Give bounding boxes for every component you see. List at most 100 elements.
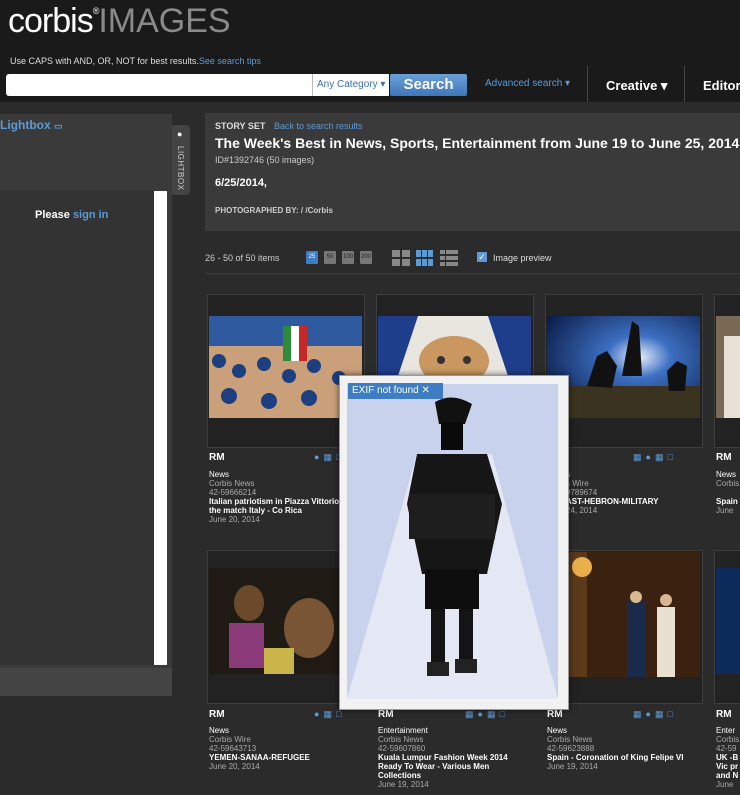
logo-reg: ®: [92, 6, 100, 16]
lightbox-scrollbar[interactable]: [154, 191, 167, 665]
story-set-label: STORY SET: [215, 121, 266, 131]
chat-icon[interactable]: □: [499, 709, 508, 719]
result-count: 26 - 50 of 50 items: [205, 253, 280, 263]
lightbox-title[interactable]: Lightbox ▭: [0, 118, 63, 132]
card-info: s s Wire 9789674 AST-HEBRON-MILITARY 24,…: [566, 470, 696, 515]
exif-badge[interactable]: EXIF not found ✕: [348, 383, 443, 399]
card-date: June 20, 2014: [209, 515, 260, 524]
card-info: News Corbis News 42-59623888 Spain - Cor…: [547, 726, 697, 771]
card-actions[interactable]: ▦●▦□: [465, 709, 509, 720]
card-title[interactable]: Spain - Coronation of King Felipe VI: [547, 753, 697, 762]
logo-images: IMAGES: [98, 2, 231, 40]
license-badge: RM: [716, 452, 732, 463]
nav-creative[interactable]: Creative ▾: [606, 78, 667, 94]
image-preview-label: Image preview: [493, 253, 552, 263]
card-category: s: [566, 470, 696, 479]
card-info: News Corbis News 42-59666214 Italian pat…: [209, 470, 359, 524]
category-select[interactable]: Any Category ▾: [312, 74, 389, 96]
card-source: Corbis Wire: [209, 735, 251, 744]
card-id: 9789674: [566, 488, 598, 497]
calculator-icon[interactable]: ▦: [323, 709, 336, 719]
lightbox-footer: [0, 668, 172, 696]
card-title[interactable]: Kuala Lumpur Fashion Week 2014 Ready To …: [378, 753, 528, 780]
page-size-100[interactable]: 100: [342, 251, 354, 264]
search-tip: Use CAPS with AND, OR, NOT for best resu…: [10, 56, 261, 66]
card-id: 42-59607860: [378, 744, 426, 753]
card-actions[interactable]: ▦●▦□: [633, 709, 677, 720]
bulb-icon[interactable]: ●: [646, 452, 655, 462]
card-title[interactable]: AST-HEBRON-MILITARY: [566, 497, 696, 506]
license-badge: RM: [378, 709, 394, 720]
stack-icon[interactable]: ▦: [465, 709, 478, 719]
stack-icon[interactable]: ▦: [633, 709, 646, 719]
calculator-icon[interactable]: ▦: [655, 452, 668, 462]
lightbox-title-text: Lightbox: [0, 118, 51, 132]
card-date: June 19, 2014: [378, 780, 429, 789]
card-id: 42-59: [716, 744, 737, 753]
signin-prefix: Please: [35, 209, 73, 221]
image-thumbnail[interactable]: [716, 316, 740, 418]
lightbox-toggle-icon[interactable]: ▭: [54, 121, 63, 131]
small-grid-view-icon[interactable]: [416, 250, 434, 266]
sign-in-link[interactable]: sign in: [73, 209, 108, 221]
search-input[interactable]: [6, 74, 312, 96]
card-date: June 20, 2014: [209, 762, 260, 771]
nav-divider: [587, 66, 588, 102]
calculator-icon[interactable]: ▦: [323, 452, 336, 462]
image-thumbnail[interactable]: [547, 316, 700, 418]
card-title[interactable]: YEMEN-SANAA-REFUGEE: [209, 753, 359, 762]
card-title[interactable]: UK -B Vic pr and N: [716, 753, 740, 780]
card-category: Entertainment: [378, 726, 428, 735]
chat-icon[interactable]: □: [336, 709, 345, 719]
story-date: 6/25/2014,: [215, 177, 267, 189]
card-title[interactable]: Italian patriotism in Piazza Vittorio,fo…: [209, 497, 359, 515]
card-category: News: [716, 470, 737, 479]
card-title[interactable]: Spain: [716, 497, 740, 506]
license-badge: RM: [716, 709, 732, 720]
photographed-by: PHOTOGRAPHED BY: / /Corbis: [215, 206, 333, 215]
card-info: Entertainment Corbis News 42-59607860 Ku…: [378, 726, 528, 789]
card-source: s Wire: [566, 479, 589, 488]
card-info: News Corbis Wire 42-59643713 YEMEN-SANAA…: [209, 726, 359, 771]
card-category: News: [547, 726, 568, 735]
story-title: The Week's Best in News, Sports, Enterta…: [215, 135, 740, 151]
lightbox-signin: Please sign in: [35, 209, 108, 221]
image-thumbnail[interactable]: [547, 552, 700, 677]
page-size-50[interactable]: 50: [324, 251, 336, 264]
chat-icon[interactable]: □: [667, 709, 676, 719]
lightbox-tab-label: LIGHTBOX: [176, 146, 185, 191]
card-date: June 19, 2014: [547, 762, 598, 771]
tip-text: Use CAPS with AND, OR, NOT for best resu…: [10, 56, 199, 66]
bulb-icon[interactable]: ●: [646, 709, 655, 719]
nav-editorial[interactable]: Editori: [703, 78, 740, 93]
corbis-logo[interactable]: corbis®IMAGES: [8, 2, 231, 41]
card-id: [716, 488, 740, 497]
large-grid-view-icon[interactable]: [392, 250, 410, 266]
search-tips-link[interactable]: See search tips: [199, 56, 261, 66]
card-actions[interactable]: ▦●▦□: [633, 452, 677, 463]
stack-icon[interactable]: ▦: [633, 452, 646, 462]
list-view-icon[interactable]: [440, 250, 458, 266]
preview-image: [347, 384, 558, 699]
page-size-200[interactable]: 200: [360, 251, 372, 264]
page-size-25[interactable]: 25: [306, 251, 318, 264]
card-actions[interactable]: ●▦□: [314, 709, 345, 720]
bulb-icon: ●: [177, 129, 183, 139]
back-to-results-link[interactable]: Back to search results: [274, 121, 363, 131]
card-source: Corbis: [716, 479, 740, 488]
chat-icon[interactable]: □: [667, 452, 676, 462]
advanced-search-link[interactable]: Advanced search ▾: [485, 78, 570, 89]
card-source: Corbis News: [547, 735, 593, 744]
calculator-icon[interactable]: ▦: [655, 709, 668, 719]
license-badge: RM: [209, 709, 225, 720]
image-thumbnail[interactable]: [378, 316, 531, 376]
calculator-icon[interactable]: ▦: [487, 709, 500, 719]
image-preview-checkbox[interactable]: ✓: [477, 252, 487, 262]
search-button[interactable]: Search: [390, 74, 467, 96]
card-info: News Corbis Spain June: [716, 470, 740, 515]
license-badge: RM: [547, 709, 563, 720]
license-badge: RM: [209, 452, 225, 463]
image-thumbnail[interactable]: [716, 568, 740, 674]
bulb-icon[interactable]: ●: [478, 709, 487, 719]
card-source: Corbis News: [378, 735, 424, 744]
